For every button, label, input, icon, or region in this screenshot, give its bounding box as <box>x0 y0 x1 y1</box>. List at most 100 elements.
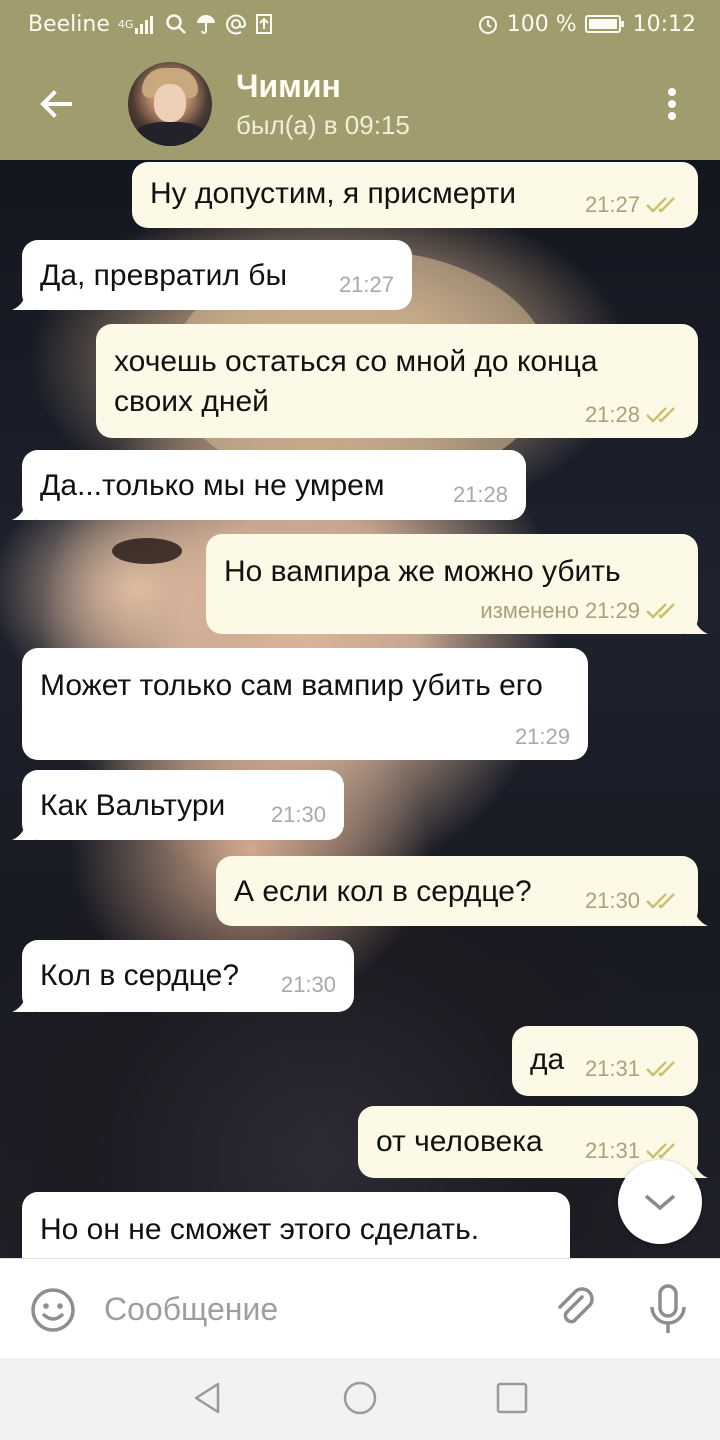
chat-header: Чимин был(а) в 09:15 <box>0 48 720 160</box>
bubble-tail <box>12 996 36 1012</box>
message-incoming[interactable]: Может только сам вампир убить его 21:29 <box>22 648 588 760</box>
bubble-tail <box>684 910 708 926</box>
message-incoming[interactable]: Но он не сможет этого сделать. <box>22 1192 570 1258</box>
nav-recent-button[interactable] <box>494 1380 530 1416</box>
nav-home-icon <box>343 1381 377 1415</box>
mic-button[interactable] <box>646 1283 690 1337</box>
message-text: Ну допустим, я присмерти <box>150 177 516 210</box>
more-menu-button[interactable] <box>660 84 684 124</box>
message-time: 21:29 <box>514 724 570 749</box>
status-right: 100 % 10:12 <box>477 12 696 37</box>
message-text: да <box>530 1043 565 1076</box>
message-meta: 21:28 <box>453 484 508 506</box>
message-text: Да...только мы не умрем <box>40 469 385 502</box>
scroll-down-button[interactable] <box>618 1160 702 1244</box>
carrier-label: Beeline <box>28 11 110 37</box>
message-input[interactable] <box>104 1285 524 1333</box>
emoji-button[interactable] <box>30 1287 76 1333</box>
avatar-suit <box>132 122 208 146</box>
emoji-icon <box>31 1288 75 1332</box>
clock: 10:12 <box>632 11 696 37</box>
nav-home-button[interactable] <box>340 1378 380 1418</box>
avatar[interactable] <box>128 62 212 146</box>
message-text: хочешь остаться со мной до конца своих д… <box>114 345 598 418</box>
network-label: 4G <box>117 17 134 31</box>
message-text: Может только сам вампир убить его <box>40 669 543 702</box>
message-meta: 21:29 <box>515 726 570 748</box>
message-text: Но он не сможет этого сделать. <box>40 1213 480 1246</box>
message-time: 21:30 <box>270 802 326 827</box>
message-text: Как Вальтури <box>40 789 226 822</box>
message-meta: 21:31 <box>585 1058 680 1080</box>
message-time: 21:30 <box>584 888 640 913</box>
message-outgoing[interactable]: А если кол в сердце? 21:30 <box>216 856 708 926</box>
double-check-icon <box>646 893 675 909</box>
message-time: 21:28 <box>452 482 508 507</box>
message-time: 21:29 <box>584 598 640 623</box>
message-meta: 21:27 <box>339 274 394 296</box>
message-meta: 21:30 <box>585 890 680 912</box>
chat-area[interactable]: Ну допустим, я присмерти 21:27 Да, превр… <box>0 160 720 1258</box>
upload-icon <box>255 13 273 35</box>
message-outgoing[interactable]: да 21:31 <box>512 1026 698 1096</box>
nav-back-icon <box>194 1382 220 1414</box>
message-outgoing[interactable]: хочешь остаться со мной до конца своих д… <box>96 324 698 438</box>
alarm-icon <box>477 13 499 35</box>
message-text: от человека <box>376 1125 543 1158</box>
composer <box>0 1258 720 1358</box>
contact-name[interactable]: Чимин <box>236 68 341 105</box>
bubble-tail <box>12 294 36 310</box>
nav-recent-icon <box>496 1382 528 1414</box>
back-arrow-icon <box>40 90 72 118</box>
message-meta: 21:31 <box>585 1140 680 1162</box>
message-incoming[interactable]: Да...только мы не умрем 21:28 <box>12 450 526 520</box>
double-check-icon <box>646 407 675 423</box>
double-check-icon <box>646 197 675 213</box>
message-incoming[interactable]: Как Вальтури 21:30 <box>12 770 344 840</box>
nav-back-button[interactable] <box>188 1378 228 1418</box>
message-text: Да, превратил бы <box>40 259 288 292</box>
bg-eye <box>112 538 182 564</box>
message-time: 21:28 <box>584 402 640 427</box>
message-meta: изменено 21:29 <box>480 600 680 622</box>
message-meta: 21:28 <box>585 404 680 426</box>
double-check-icon <box>646 603 675 619</box>
bubble-tail <box>12 504 36 520</box>
attach-icon <box>558 1287 594 1324</box>
avatar-face <box>154 84 186 122</box>
message-meta: 21:27 <box>585 194 680 216</box>
double-check-icon <box>646 1143 675 1159</box>
message-outgoing[interactable]: Но вампира же можно убить изменено 21:29 <box>206 534 708 634</box>
message-time: 21:30 <box>280 972 336 997</box>
message-time: 21:27 <box>584 192 640 217</box>
signal-icon: 4G <box>118 14 158 34</box>
bubble-tail <box>684 618 708 634</box>
message-meta: 21:30 <box>271 804 326 826</box>
status-left: Beeline 4G <box>28 12 273 37</box>
search-icon <box>165 13 187 35</box>
message-time: 21:31 <box>584 1138 640 1163</box>
more-vert-icon <box>668 88 676 120</box>
attach-button[interactable] <box>552 1285 600 1333</box>
message-text: А если кол в сердце? <box>234 875 532 908</box>
message-incoming[interactable]: Да, превратил бы 21:27 <box>12 240 412 310</box>
edited-label: изменено <box>480 598 579 623</box>
chevron-down-icon <box>644 1194 676 1211</box>
status-bar: Beeline 4G 100 % 10:12 <box>0 0 720 48</box>
battery-level: 100 % <box>506 11 577 37</box>
contact-status: был(а) в 09:15 <box>236 110 410 140</box>
at-icon <box>225 13 247 35</box>
message-text: Кол в сердце? <box>40 959 240 992</box>
double-check-icon <box>646 1061 675 1077</box>
umbrella-icon <box>195 13 217 35</box>
message-incoming[interactable]: Кол в сердце? 21:30 <box>12 940 354 1012</box>
system-nav-bar <box>0 1358 720 1440</box>
message-outgoing[interactable]: Ну допустим, я присмерти 21:27 <box>132 162 698 228</box>
battery-icon <box>584 14 625 34</box>
bubble-tail <box>12 824 36 840</box>
message-text: Но вампира же можно убить <box>224 555 621 588</box>
mic-icon <box>650 1284 686 1333</box>
message-time: 21:27 <box>338 272 394 297</box>
back-button[interactable] <box>36 84 76 124</box>
message-time: 21:31 <box>584 1056 640 1081</box>
